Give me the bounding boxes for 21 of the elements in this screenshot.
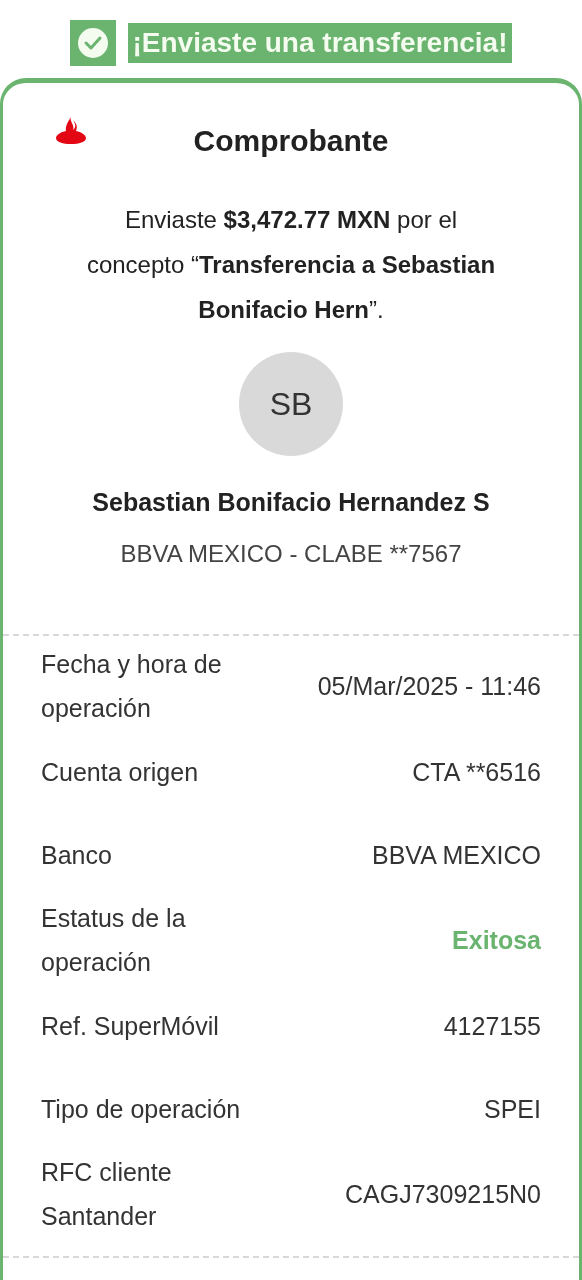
- detail-value: CAGJ7309215N0: [345, 1179, 541, 1210]
- detail-label: Fecha y hora de operación: [41, 649, 223, 724]
- transfer-message: Enviaste $3,472.77 MXN por el concepto “Transferencia a Sebastian Bonifacio Hern”.: [85, 205, 497, 325]
- recipient-name: Sebastian Bonifacio Hernandez S: [92, 487, 490, 518]
- detail-label: Estatus de la operación: [41, 903, 187, 978]
- detail-value: Exitosa: [452, 925, 541, 956]
- detail-value: BBVA MEXICO: [371, 839, 541, 871]
- avatar: SB: [239, 352, 343, 456]
- detail-label: Tipo de operación: [41, 1093, 241, 1125]
- receipt-title: Comprobante: [193, 123, 389, 159]
- recipient-account: BBVA MEXICO - CLABE **7567: [120, 539, 462, 569]
- flame-logo-icon: [54, 115, 88, 145]
- detail-value: 05/Mar/2025 - 11:46: [317, 671, 541, 702]
- detail-label: Ref. SuperMóvil: [41, 1010, 219, 1042]
- detail-value: SPEI: [484, 1093, 541, 1125]
- detail-label: Cuenta origen: [41, 756, 199, 788]
- detail-label: Banco: [41, 839, 112, 871]
- detail-value: 4127155: [443, 1010, 541, 1042]
- banner-title: ¡Enviaste una transferencia!: [128, 23, 512, 63]
- detail-value: CTA **6516: [412, 756, 541, 788]
- detail-label: RFC cliente Santander: [41, 1157, 173, 1232]
